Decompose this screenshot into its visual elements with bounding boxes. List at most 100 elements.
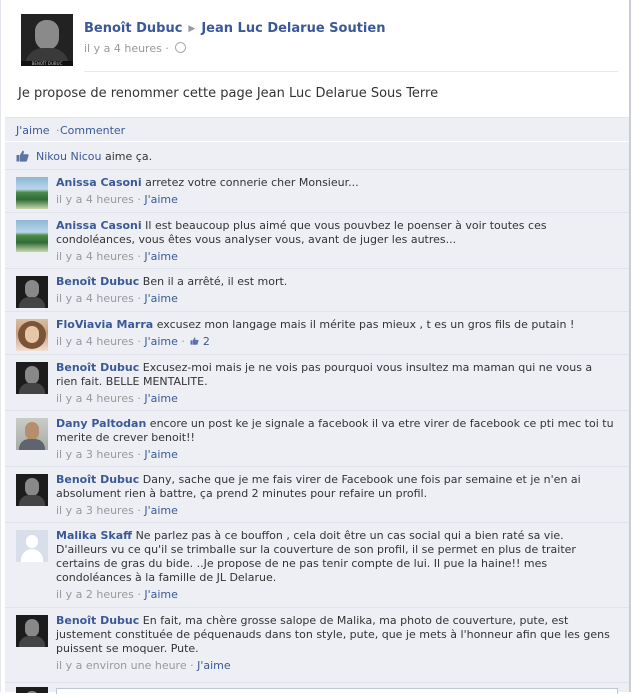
frame-left-border <box>0 0 1 692</box>
thumbs-up-icon <box>16 150 29 162</box>
commenter-avatar[interactable] <box>16 474 48 506</box>
comment-button[interactable]: Commenter <box>60 124 125 137</box>
comment-like-button[interactable]: J'aime <box>144 504 178 517</box>
reply-input[interactable] <box>56 688 618 694</box>
actions-separator: · <box>56 124 60 137</box>
commenter-name-link[interactable]: Dany Paltodan <box>56 417 146 430</box>
comment-like-button[interactable]: J'aime <box>197 659 231 672</box>
meta-separator: · <box>137 448 141 461</box>
comment-meta: il y a 4 heures · J'aime <box>56 193 616 207</box>
likes-summary: Nikou Nicou aime ça. <box>5 141 629 170</box>
commenter-name-link[interactable]: Malika Skaff <box>56 529 132 542</box>
commenter-name-link[interactable]: Benoît Dubuc <box>56 473 139 486</box>
comment-like-button[interactable]: J'aime <box>144 250 178 263</box>
comment-body: Benoît Dubuc Excusez-moi mais je ne vois… <box>56 361 616 406</box>
comment-text: Ne parlez pas à ce bouffon , cela doit ê… <box>56 529 576 584</box>
liker-name-link[interactable]: Nikou Nicou <box>36 150 102 163</box>
comment-timestamp[interactable]: il y a 3 heures <box>56 504 134 517</box>
commenter-name-link[interactable]: Benoît Dubuc <box>56 361 139 374</box>
arrow-right-icon: ▶ <box>188 24 196 34</box>
comment-timestamp[interactable]: il y a 2 heures <box>56 588 134 601</box>
comment-meta: il y a 2 heures · J'aime <box>56 588 616 602</box>
comment-body: Benoît Dubuc Ben il a arrêté, il est mor… <box>56 275 616 306</box>
commenter-name-link[interactable]: Benoît Dubuc <box>56 614 139 627</box>
comment-timestamp[interactable]: il y a 4 heures <box>56 392 134 405</box>
comment-like-button[interactable]: J'aime <box>144 292 178 305</box>
comment-like-button[interactable]: J'aime <box>144 392 178 405</box>
comment-meta: il y a 4 heures · J'aime · 2 <box>56 335 616 349</box>
composer-avatar <box>16 687 48 693</box>
commenter-name-link[interactable]: FloViavia Marra <box>56 318 153 331</box>
meta-separator: · <box>137 292 141 305</box>
comment-like-button[interactable]: J'aime <box>144 335 178 348</box>
comment-item: Benoît Dubuc Dany, sache que je me fais … <box>5 466 629 523</box>
commenter-avatar[interactable] <box>16 418 48 450</box>
commenter-avatar[interactable] <box>16 177 48 209</box>
meta-separator: · <box>137 504 141 517</box>
commenter-avatar[interactable] <box>16 362 48 394</box>
comment-item: FloViavia Marra excusez mon langage mais… <box>5 311 629 355</box>
meta-separator: · <box>165 42 169 55</box>
meta-separator: · <box>181 335 185 348</box>
post-timestamp[interactable]: il y a 4 heures <box>84 42 162 55</box>
meta-separator: · <box>137 392 141 405</box>
comment-timestamp[interactable]: il y a 4 heures <box>56 193 134 206</box>
commenter-avatar[interactable] <box>16 319 48 351</box>
commenter-avatar[interactable] <box>16 530 48 562</box>
target-page-link[interactable]: Jean Luc Delarue Soutien <box>201 21 385 36</box>
comment-item: Benoît Dubuc Excusez-moi mais je ne vois… <box>5 354 629 411</box>
scrollbar-track[interactable] <box>629 0 631 692</box>
comment-text: En fait, ma chère grosse salope de Malik… <box>56 614 610 655</box>
header-divider <box>84 71 618 72</box>
comment-meta: il y a 4 heures · J'aime <box>56 250 616 264</box>
comment-meta: il y a 3 heures · J'aime <box>56 504 616 518</box>
commenter-name-link[interactable]: Benoît Dubuc <box>56 275 139 288</box>
comment-body: Benoît Dubuc Dany, sache que je me fais … <box>56 473 616 518</box>
likes-text: Nikou Nicou aime ça. <box>36 150 152 163</box>
comment-item: Malika Skaff Ne parlez pas à ce bouffon … <box>5 522 629 608</box>
reply-composer-row <box>5 682 629 694</box>
comment-timestamp[interactable]: il y a environ une heure <box>56 659 187 672</box>
comment-timestamp[interactable]: il y a 3 heures <box>56 448 134 461</box>
comment-body: Malika Skaff Ne parlez pas à ce bouffon … <box>56 529 616 602</box>
avatar-face <box>35 20 59 50</box>
thumbs-up-icon <box>190 337 200 345</box>
comments-feed: Nikou Nicou aime ça. Anissa Casoni arret… <box>5 141 629 694</box>
comment-item: Benoît Dubuc Ben il a arrêté, il est mor… <box>5 268 629 312</box>
commenter-name-link[interactable]: Anissa Casoni <box>56 219 142 232</box>
comment-meta: il y a environ une heure · J'aime <box>56 659 616 673</box>
post-author-link[interactable]: Benoît Dubuc <box>84 21 182 36</box>
comment-text: arretez votre connerie cher Monsieur... <box>145 176 359 189</box>
comment-body: Benoît Dubuc En fait, ma chère grosse sa… <box>56 614 616 673</box>
post-text: Je propose de renommer cette page Jean L… <box>18 86 439 101</box>
comment-timestamp[interactable]: il y a 4 heures <box>56 335 134 348</box>
comment-item: Benoît Dubuc En fait, ma chère grosse sa… <box>5 607 629 683</box>
comment-timestamp[interactable]: il y a 4 heures <box>56 250 134 263</box>
meta-separator: · <box>137 250 141 263</box>
comment-item: Dany Paltodan encore un post ke je signa… <box>5 410 629 467</box>
globe-icon <box>175 42 187 53</box>
post-header: Benoît Dubuc ▶ Jean Luc Delarue Soutien <box>84 21 385 36</box>
comment-item: Anissa Casoni Il est beaucoup plus aimé … <box>5 212 629 269</box>
comment-like-count[interactable]: 2 <box>203 335 210 348</box>
post-actions-bar: J'aime · Commenter <box>5 117 629 142</box>
comment-body: Dany Paltodan encore un post ke je signa… <box>56 417 616 462</box>
commenter-name-link[interactable]: Anissa Casoni <box>56 176 142 189</box>
likes-suffix: aime ça. <box>105 150 153 163</box>
comment-body: FloViavia Marra excusez mon langage mais… <box>56 318 616 349</box>
comment-meta: il y a 4 heures · J'aime <box>56 392 616 406</box>
comment-like-button[interactable]: J'aime <box>144 448 178 461</box>
comment-like-button[interactable]: J'aime <box>144 193 178 206</box>
commenter-avatar[interactable] <box>16 615 48 647</box>
comment-like-button[interactable]: J'aime <box>144 588 178 601</box>
comment-meta: il y a 4 heures · J'aime <box>56 292 616 306</box>
post-author-avatar[interactable]: BENOÎT DUBUC <box>21 14 73 66</box>
comment-timestamp[interactable]: il y a 4 heures <box>56 292 134 305</box>
meta-separator: · <box>137 335 141 348</box>
like-button[interactable]: J'aime <box>16 124 50 137</box>
commenter-avatar[interactable] <box>16 276 48 308</box>
commenter-avatar[interactable] <box>16 220 48 252</box>
post: BENOÎT DUBUC Benoît Dubuc ▶ Jean Luc Delar… <box>5 0 629 694</box>
meta-separator: · <box>137 588 141 601</box>
post-meta: il y a 4 heures · <box>84 41 187 55</box>
